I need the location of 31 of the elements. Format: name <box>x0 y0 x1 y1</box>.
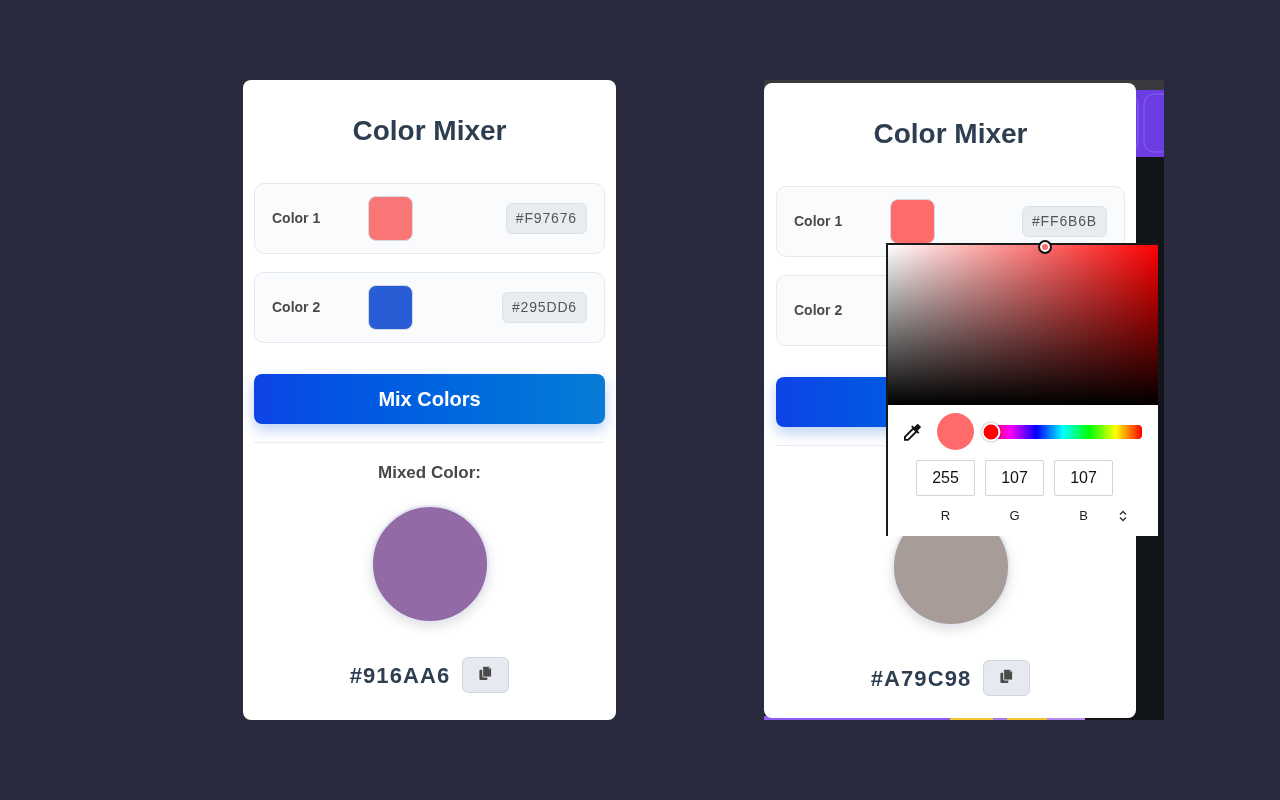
copy-button[interactable] <box>462 657 510 693</box>
channel-label: G <box>1008 508 1021 524</box>
copy-icon <box>478 665 494 681</box>
rgb-input[interactable]: 107 <box>985 460 1044 496</box>
color-label: Color 1 <box>272 209 322 228</box>
swatch-icon[interactable] <box>890 199 935 244</box>
up-down-chevron-icon[interactable] <box>1119 510 1127 522</box>
result-hex-code: #916AA6 <box>349 661 451 690</box>
swatch-icon[interactable] <box>368 285 413 330</box>
rgb-input[interactable]: 255 <box>916 460 975 496</box>
channel-label: B <box>1078 508 1089 524</box>
copy-button[interactable] <box>983 660 1031 696</box>
picker-handle[interactable] <box>1037 240 1052 254</box>
color-label: Color 1 <box>794 212 844 231</box>
swatch-icon[interactable] <box>368 196 413 241</box>
result-heading: Mixed Color: <box>378 462 481 484</box>
hue-slider-thumb[interactable] <box>981 422 1001 441</box>
app-title: Color Mixer <box>872 117 1029 151</box>
copy-icon <box>999 668 1015 684</box>
hex-value-tag: #295DD6 <box>501 292 587 323</box>
hex-value-tag: #FF6B6B <box>1021 206 1107 237</box>
color-label: Color 2 <box>272 298 322 317</box>
eyedropper-icon[interactable] <box>904 422 921 441</box>
mix-button[interactable]: Mix Colors <box>254 374 605 424</box>
color-label: Color 2 <box>794 301 844 320</box>
channel-label: R <box>939 508 952 524</box>
rgb-input[interactable]: 107 <box>1054 460 1113 496</box>
preview-swatch-icon <box>937 413 974 450</box>
result-hex-code: #A79C98 <box>870 664 972 693</box>
hex-value-tag: #F97676 <box>505 203 587 234</box>
app-title: Color Mixer <box>351 114 508 148</box>
